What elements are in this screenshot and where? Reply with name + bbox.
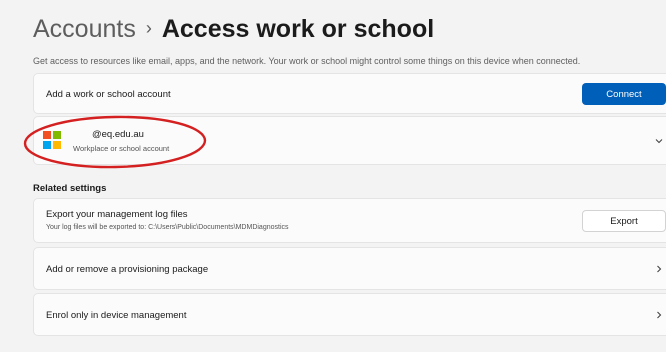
related-settings-heading: Related settings: [33, 183, 107, 194]
export-logs-title: Export your management log files: [46, 209, 188, 220]
page-description: Get access to resources like email, apps…: [33, 56, 581, 66]
page-title: Accounts › Access work or school: [33, 14, 434, 46]
breadcrumb-separator: ›: [145, 18, 152, 38]
breadcrumb-accounts[interactable]: Accounts: [33, 15, 136, 43]
enrol-device-management-label: Enrol only in device management: [46, 310, 187, 321]
chevron-down-icon[interactable]: [654, 136, 664, 146]
chevron-right-icon: [657, 311, 662, 319]
settings-page: Accounts › Access work or school Get acces…: [0, 0, 666, 352]
provisioning-package-card[interactable]: Add or remove a provisioning package: [33, 247, 666, 290]
export-logs-card: Export your management log files Your lo…: [33, 198, 666, 243]
export-button[interactable]: Export: [582, 210, 666, 232]
connect-button[interactable]: Connect: [582, 83, 666, 105]
provisioning-package-label: Add or remove a provisioning package: [46, 264, 209, 275]
add-account-label: Add a work or school account: [46, 89, 171, 100]
export-logs-subtitle: Your log files will be exported to: C:\U…: [46, 224, 289, 231]
breadcrumb-current: Access work or school: [161, 15, 435, 43]
chevron-right-icon: [657, 265, 662, 273]
enrol-device-management-card[interactable]: Enrol only in device management: [33, 293, 666, 336]
add-account-card: Add a work or school account Connect: [33, 73, 666, 114]
annotation-circle: [23, 115, 207, 169]
